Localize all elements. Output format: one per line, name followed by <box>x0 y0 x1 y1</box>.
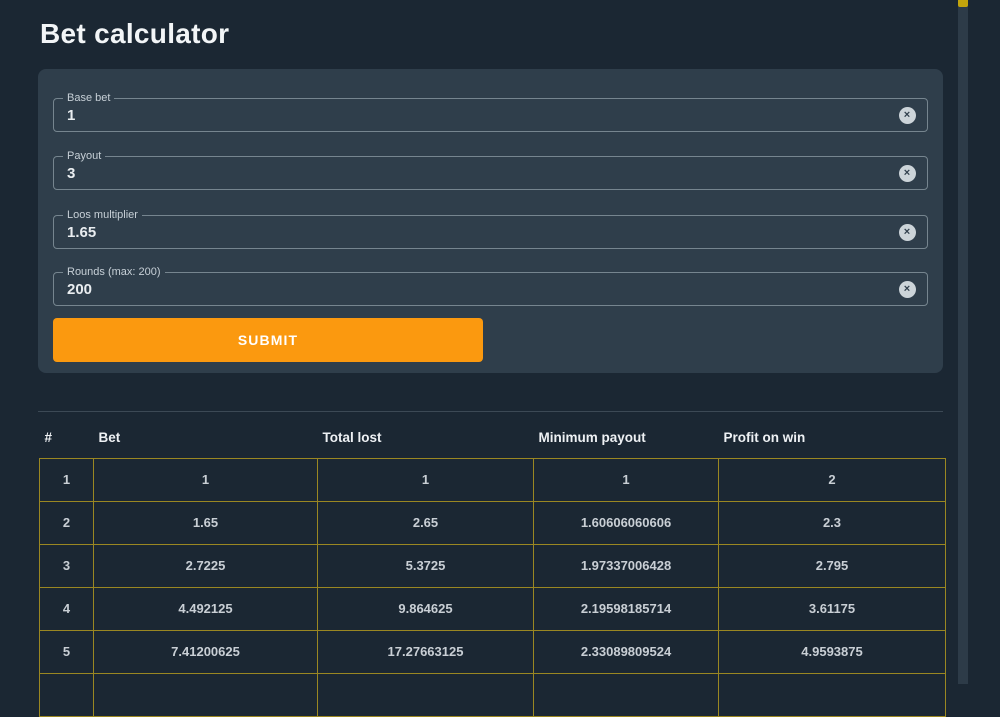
table-header-row: # Bet Total lost Minimum payout Profit o… <box>40 418 946 458</box>
clear-base-bet-button[interactable]: × <box>895 103 919 127</box>
table-row: 2 1.65 2.65 1.60606060606 2.3 <box>40 501 946 544</box>
cell-total-lost: 9.864625 <box>318 587 534 630</box>
cell-minimum-payout: 1 <box>534 458 719 501</box>
column-header-bet: Bet <box>94 418 318 458</box>
cell-minimum-payout: 2.19598185714 <box>534 587 719 630</box>
results-table: # Bet Total lost Minimum payout Profit o… <box>39 418 946 717</box>
base-bet-field[interactable]: Base bet × <box>53 98 928 132</box>
column-header-index: # <box>40 418 94 458</box>
loss-multiplier-input[interactable] <box>67 216 877 248</box>
clear-icon: × <box>899 281 916 298</box>
cell-minimum-payout: 1.60606060606 <box>534 501 719 544</box>
clear-icon: × <box>899 165 916 182</box>
rounds-field[interactable]: Rounds (max: 200) × <box>53 272 928 306</box>
cell-bet: 1.65 <box>94 501 318 544</box>
cell-minimum-payout: 1.97337006428 <box>534 544 719 587</box>
table-row-partial <box>40 673 946 716</box>
scrollbar-thumb[interactable] <box>958 0 968 7</box>
clear-rounds-button[interactable]: × <box>895 277 919 301</box>
cell-profit-on-win: 2.3 <box>719 501 946 544</box>
cell-bet: 4.492125 <box>94 587 318 630</box>
loss-multiplier-field[interactable]: Loos multiplier × <box>53 215 928 249</box>
clear-icon: × <box>899 107 916 124</box>
submit-button[interactable]: SUBMIT <box>53 318 483 362</box>
base-bet-input[interactable] <box>67 99 877 131</box>
clear-icon: × <box>899 224 916 241</box>
table-row: 1 1 1 1 2 <box>40 458 946 501</box>
table-row: 5 7.41200625 17.27663125 2.33089809524 4… <box>40 630 946 673</box>
cell-index: 4 <box>40 587 94 630</box>
bet-form-card: Base bet × Payout × Loos multiplier × Ro… <box>38 69 943 373</box>
cell-index: 1 <box>40 458 94 501</box>
cell-bet: 2.7225 <box>94 544 318 587</box>
page-title: Bet calculator <box>40 18 229 50</box>
cell-profit-on-win: 4.9593875 <box>719 630 946 673</box>
cell-profit-on-win: 3.61175 <box>719 587 946 630</box>
cell-total-lost: 17.27663125 <box>318 630 534 673</box>
rounds-input[interactable] <box>67 273 877 305</box>
clear-loss-multiplier-button[interactable]: × <box>895 220 919 244</box>
table-row: 4 4.492125 9.864625 2.19598185714 3.6117… <box>40 587 946 630</box>
cell-total-lost: 5.3725 <box>318 544 534 587</box>
column-header-profit-on-win: Profit on win <box>719 418 946 458</box>
scrollbar-track[interactable] <box>958 0 968 684</box>
cell-bet: 1 <box>94 458 318 501</box>
cell-index: 3 <box>40 544 94 587</box>
cell-index: 2 <box>40 501 94 544</box>
cell-total-lost: 2.65 <box>318 501 534 544</box>
clear-payout-button[interactable]: × <box>895 161 919 185</box>
divider <box>38 411 943 412</box>
payout-input[interactable] <box>67 157 877 189</box>
cell-minimum-payout: 2.33089809524 <box>534 630 719 673</box>
cell-bet: 7.41200625 <box>94 630 318 673</box>
cell-profit-on-win: 2 <box>719 458 946 501</box>
column-header-total-lost: Total lost <box>318 418 534 458</box>
cell-total-lost: 1 <box>318 458 534 501</box>
cell-profit-on-win: 2.795 <box>719 544 946 587</box>
cell-index: 5 <box>40 630 94 673</box>
table-row: 3 2.7225 5.3725 1.97337006428 2.795 <box>40 544 946 587</box>
column-header-minimum-payout: Minimum payout <box>534 418 719 458</box>
payout-field[interactable]: Payout × <box>53 156 928 190</box>
